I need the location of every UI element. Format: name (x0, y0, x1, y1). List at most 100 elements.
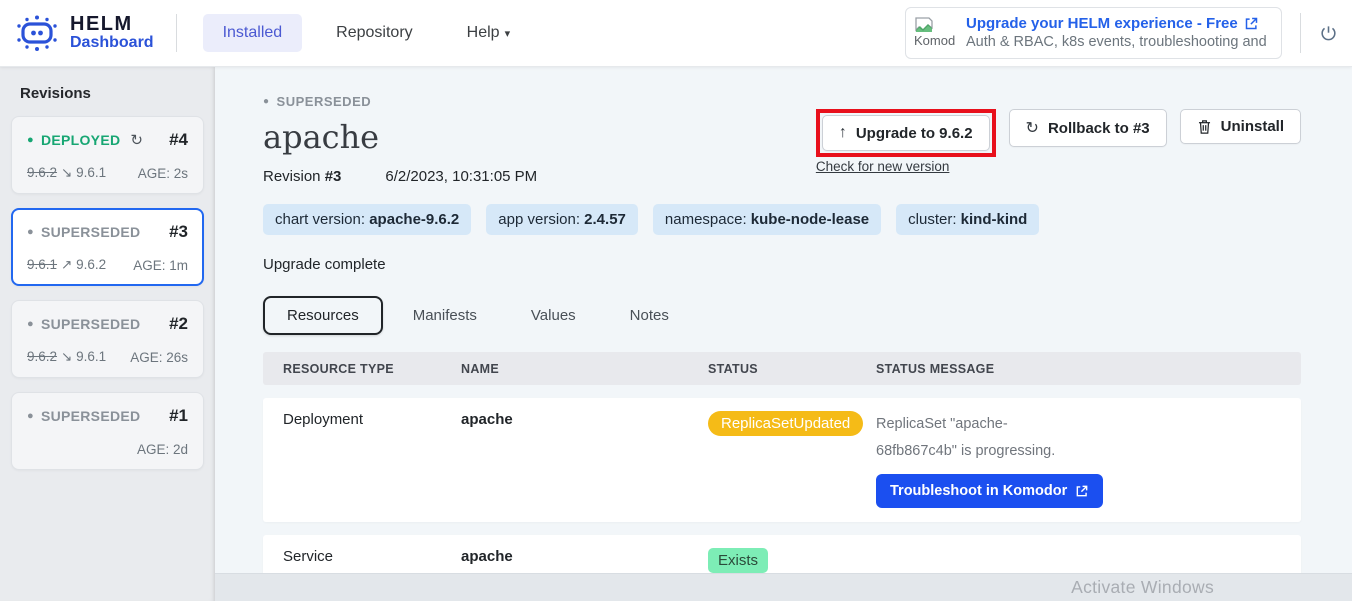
trash-icon (1197, 119, 1212, 135)
revision-status: ● SUPERSEDED (27, 316, 140, 332)
upgrade-action-group: ↑Upgrade to 9.6.2 Check for new version (816, 109, 996, 174)
revision-word: Revision (263, 168, 325, 185)
chip-label: cluster: (908, 211, 961, 228)
external-link-icon (1244, 16, 1259, 31)
revision-card-4[interactable]: ●DEPLOYED↻ #4 9.6.2↘ 9.6.1 AGE: 2s (11, 116, 204, 194)
tab-manifests[interactable]: Manifests (389, 296, 501, 335)
release-status-label: SUPERSEDED (277, 94, 372, 109)
rollback-button[interactable]: ↻Rollback to #3 (1009, 109, 1167, 147)
resource-status-cell: Exists (688, 548, 856, 573)
revisions-sidebar: Revisions ●DEPLOYED↻ #4 9.6.2↘ 9.6.1 AGE… (0, 67, 215, 601)
annotation-highlight-box: ↑Upgrade to 9.6.2 (816, 109, 996, 157)
old-version: 9.6.2 (27, 349, 57, 364)
revision-status-label: DEPLOYED (41, 132, 120, 148)
new-version: 9.6.2 (76, 257, 106, 272)
revision-card-3-selected[interactable]: ●SUPERSEDED #3 9.6.1 ↗ 9.6.2 AGE: 1m (11, 208, 204, 286)
resource-type-cell: Service (263, 548, 441, 565)
status-badge: ReplicaSetUpdated (708, 411, 863, 436)
resource-status-cell: ReplicaSetUpdated (688, 411, 856, 436)
cluster-chip: cluster: kind-kind (896, 204, 1039, 235)
troubleshoot-label: Troubleshoot in Komodor (890, 483, 1067, 499)
resource-name-cell: apache (441, 411, 688, 428)
revision-status-label: SUPERSEDED (41, 408, 140, 424)
revision-card-2[interactable]: ●SUPERSEDED #2 9.6.2↘ 9.6.1 AGE: 26s (11, 300, 204, 378)
chip-value: apache-9.6.2 (369, 211, 459, 228)
topbar-divider (176, 14, 177, 52)
power-icon (1319, 24, 1338, 43)
nav-tab-help[interactable]: Help ▾ (447, 14, 530, 52)
chip-label: app version: (498, 211, 584, 228)
revision-card-1[interactable]: ●SUPERSEDED #1 AGE: 2d (11, 392, 204, 470)
col-header-status: STATUS (688, 362, 856, 376)
tab-values[interactable]: Values (507, 296, 600, 335)
revision-status: ●SUPERSEDED (27, 224, 140, 240)
komodor-promo-banner[interactable]: Komod Upgrade your HELM experience - Fre… (905, 7, 1282, 59)
power-shutdown-button[interactable] (1319, 24, 1338, 43)
banner-subtitle: Auth & RBAC, k8s events, troubleshooting… (966, 33, 1271, 52)
status-dot-icon: ● (27, 318, 34, 330)
new-version: 9.6.1 (76, 349, 106, 364)
revision-label: Revision #3 (263, 168, 341, 185)
revision-versions: 9.6.1 ↗ 9.6.2 (27, 257, 106, 273)
version-arrow-icon: ↘ (61, 165, 72, 180)
revision-age: AGE: 2d (137, 442, 188, 457)
troubleshoot-komodor-button[interactable]: Troubleshoot in Komodor (876, 474, 1103, 508)
detail-tabs: Resources Manifests Values Notes (263, 296, 1301, 335)
external-link-icon (1075, 484, 1089, 498)
status-dot-icon: ● (263, 96, 270, 107)
tab-resources[interactable]: Resources (263, 296, 383, 335)
nav-tab-repository[interactable]: Repository (316, 14, 432, 52)
top-bar: HELM Dashboard Installed Repository Help… (0, 0, 1352, 67)
content-area: Revisions ●DEPLOYED↻ #4 9.6.2↘ 9.6.1 AGE… (0, 67, 1352, 601)
status-dot-icon: ● (27, 410, 34, 422)
old-version: 9.6.1 (27, 257, 57, 272)
version-arrow-icon: ↗ (61, 257, 72, 272)
release-actions: ↑Upgrade to 9.6.2 Check for new version … (816, 109, 1301, 174)
table-row-deployment: Deployment apache ReplicaSetUpdated Repl… (263, 398, 1301, 522)
resource-type-cell: Deployment (263, 411, 441, 428)
logo-helm-label: HELM (70, 14, 154, 35)
power-divider (1300, 13, 1301, 53)
check-new-version-link[interactable]: Check for new version (816, 159, 996, 174)
revision-meta: Revision #3 6/2/2023, 10:31:05 PM (263, 168, 537, 185)
logo-text: HELM Dashboard (70, 14, 154, 52)
revision-number: #3 (169, 222, 188, 242)
release-info-chips: chart version: apache-9.6.2 app version:… (263, 204, 1301, 235)
resource-name-cell: apache (441, 548, 688, 565)
helm-dashboard-logo[interactable]: HELM Dashboard (14, 13, 154, 53)
helm-logo-icon (14, 13, 60, 53)
uninstall-button[interactable]: Uninstall (1180, 109, 1301, 144)
release-status: ● SUPERSEDED (263, 94, 537, 109)
revision-status: ● SUPERSEDED (27, 408, 140, 424)
release-detail-panel: ● SUPERSEDED apache Revision #3 6/2/2023,… (215, 67, 1352, 601)
chip-label: chart version: (275, 211, 369, 228)
col-header-status-message: STATUS MESSAGE (856, 362, 1301, 376)
revision-number: #3 (325, 168, 342, 185)
upgrade-button-label: Upgrade to 9.6.2 (856, 125, 973, 142)
revision-versions: 9.6.2↘ 9.6.1 (27, 165, 106, 181)
upgrade-button[interactable]: ↑Upgrade to 9.6.2 (822, 115, 990, 151)
logo-dashboard-label: Dashboard (70, 35, 154, 52)
status-dot-icon: ● (27, 134, 34, 146)
revision-number: #4 (169, 130, 188, 150)
chevron-down-icon: ▾ (505, 28, 511, 40)
tab-notes[interactable]: Notes (606, 296, 693, 335)
help-label: Help (467, 24, 500, 41)
revision-status-label: SUPERSEDED (41, 316, 140, 332)
namespace-chip: namespace: kube-node-lease (653, 204, 881, 235)
status-badge: Exists (708, 548, 768, 573)
revision-status-label: SUPERSEDED (41, 224, 140, 240)
chip-value: kind-kind (961, 211, 1028, 228)
revision-status: ●DEPLOYED↻ (27, 131, 143, 149)
app-version-chip: app version: 2.4.57 (486, 204, 638, 235)
release-status-message: Upgrade complete (263, 256, 1301, 273)
col-header-name: NAME (441, 362, 688, 376)
nav-tab-installed[interactable]: Installed (203, 14, 303, 52)
bottom-strip: Activate Windows (215, 573, 1352, 601)
resources-table: RESOURCE TYPE NAME STATUS STATUS MESSAGE… (263, 352, 1301, 587)
new-version: 9.6.1 (76, 165, 106, 180)
release-header-left: ●SUPERSEDED apache Revision #3 6/2/2023,… (263, 94, 537, 185)
revision-age: AGE: 1m (133, 258, 188, 273)
revision-date: 6/2/2023, 10:31:05 PM (385, 168, 537, 185)
revision-versions: 9.6.2↘ 9.6.1 (27, 349, 106, 365)
